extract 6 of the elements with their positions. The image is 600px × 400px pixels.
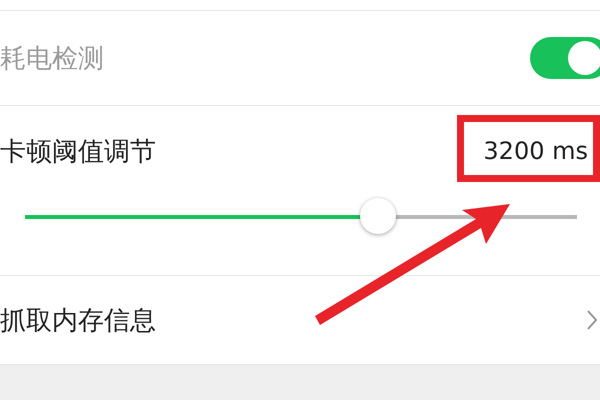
chevron-icon — [587, 310, 597, 330]
slider-thumb[interactable] — [360, 198, 396, 234]
setting-label: 抓取内存信息 — [0, 304, 156, 338]
value-text: 3200 ms — [483, 137, 588, 165]
setting-label: 卡顿阈值调节 — [0, 136, 156, 168]
setting-label: 耗电检测 — [0, 42, 104, 76]
